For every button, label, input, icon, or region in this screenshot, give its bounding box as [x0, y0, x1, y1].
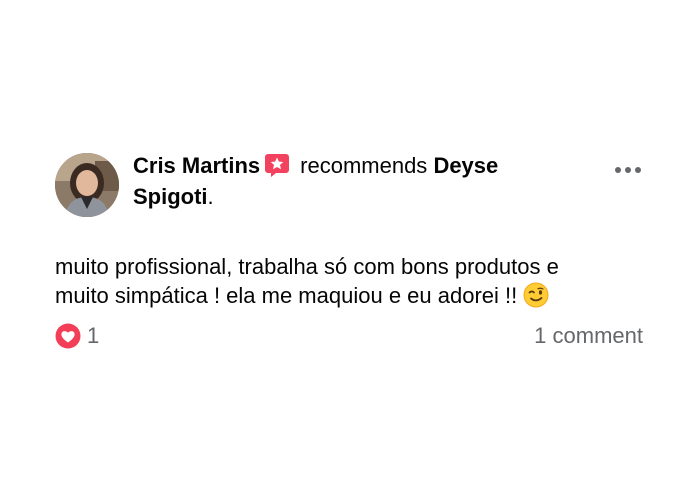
- more-options-dot: [635, 167, 641, 173]
- recommendation-star-icon: [264, 152, 290, 178]
- recommended-page-name-part2[interactable]: Spigoti: [133, 184, 208, 209]
- winking-face-emoji-icon: [523, 282, 549, 308]
- reactions-summary[interactable]: 1: [55, 322, 99, 350]
- more-options-dot: [625, 167, 631, 173]
- more-options-button[interactable]: [610, 158, 646, 182]
- header-period: .: [207, 184, 214, 209]
- love-reaction-icon: [55, 323, 81, 349]
- avatar[interactable]: [55, 153, 119, 217]
- post-text-line-2-wrapper: muito simpática ! ela me maquiou e eu ad…: [55, 281, 655, 310]
- reaction-count: 1: [87, 323, 100, 348]
- author-name[interactable]: Cris Martins: [133, 153, 260, 178]
- post-text-line-1: muito profissional, trabalha só com bons…: [55, 254, 559, 279]
- recommends-text: recommends: [300, 153, 428, 178]
- recommended-page-name-part1[interactable]: Deyse: [433, 153, 498, 178]
- post-text-line-2: muito simpática ! ela me maquiou e eu ad…: [55, 283, 518, 308]
- post-text: muito profissional, trabalha só com bons…: [55, 252, 655, 310]
- more-options-icon: [615, 167, 621, 173]
- comment-count-link[interactable]: 1 comment: [534, 322, 643, 350]
- post-header: Cris Martins recommends Deyse Spigoti.: [133, 150, 553, 212]
- recommendation-post: Cris Martins recommends Deyse Spigoti. m…: [0, 0, 700, 500]
